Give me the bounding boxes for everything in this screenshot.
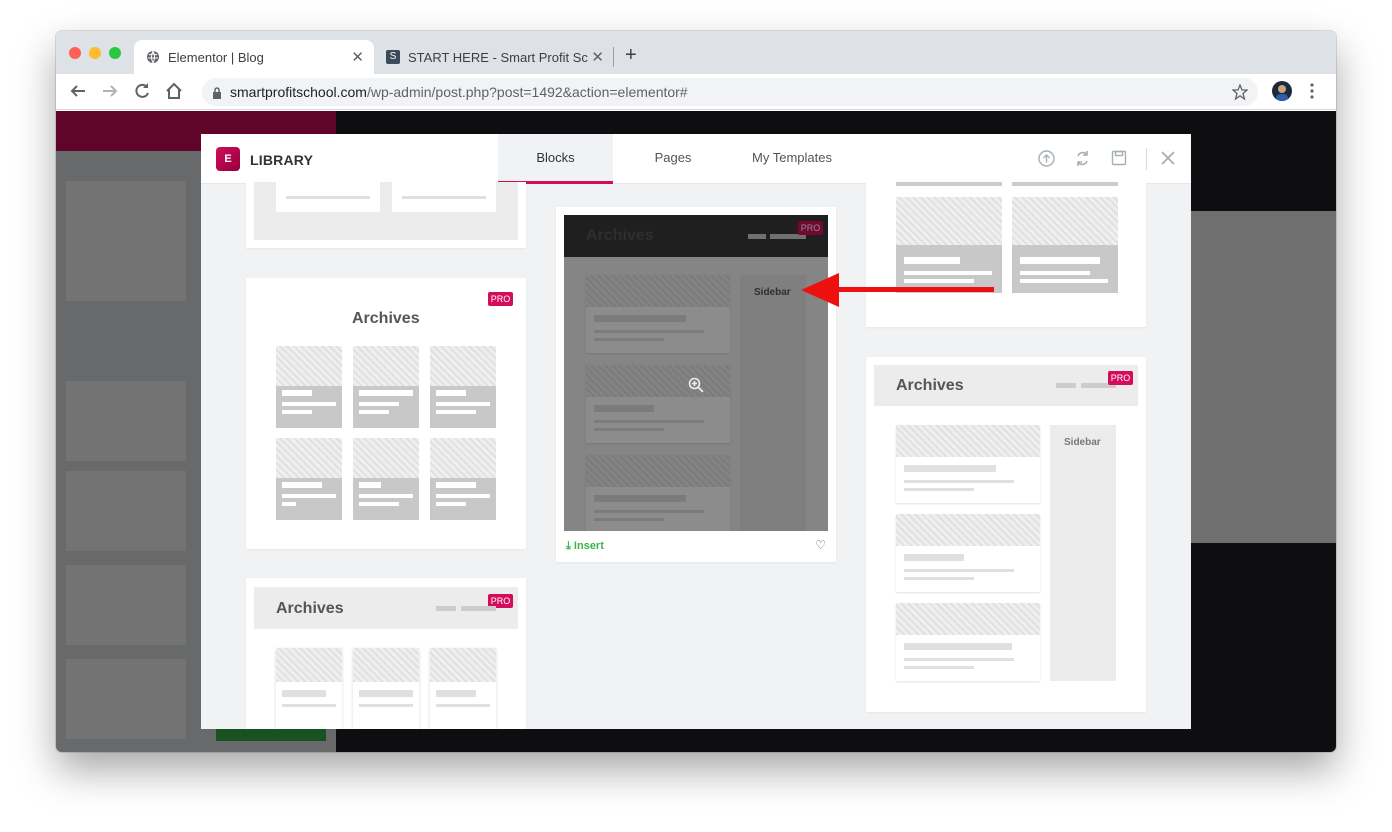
address-bar[interactable]: smartprofitschool.com/wp-admin/post.php?… <box>202 78 1258 106</box>
close-window-button[interactable] <box>69 47 81 59</box>
globe-icon <box>146 50 160 64</box>
save-icon[interactable] <box>1111 150 1127 170</box>
zoom-icon[interactable] <box>688 377 704 398</box>
template-card[interactable]: PRO Archives <box>246 278 526 549</box>
annotation-arrow-head <box>801 273 839 307</box>
pro-badge: PRO <box>1108 371 1133 385</box>
profile-avatar[interactable] <box>1272 81 1292 101</box>
new-tab-button[interactable]: + <box>625 45 637 65</box>
template-card-hovered[interactable]: Archives PRO Sidebar ⤓ Insert ♡ <box>556 207 836 562</box>
tab-start-here[interactable]: S START HERE - Smart Profit Sc ✕ <box>374 40 614 74</box>
template-title: Archives <box>276 600 344 617</box>
page-content: E LIBRARY Blocks Pages My Templates PRO … <box>56 111 1336 752</box>
sync-icon[interactable] <box>1075 150 1090 171</box>
url-path: /wp-admin/post.php?post=1492&action=elem… <box>366 84 688 100</box>
template-preview: Archives PRO Sidebar <box>564 215 828 531</box>
tab-divider <box>613 47 614 67</box>
tab-blocks[interactable]: Blocks <box>498 134 613 184</box>
favicon-s-icon: S <box>386 50 400 64</box>
tab-close-icon[interactable]: ✕ <box>591 48 604 66</box>
library-header: E LIBRARY Blocks Pages My Templates <box>201 134 1191 184</box>
back-icon[interactable] <box>69 82 87 103</box>
tab-pages[interactable]: Pages <box>613 134 733 184</box>
library-title: LIBRARY <box>250 152 314 168</box>
template-title: Archives <box>896 377 964 394</box>
download-icon: ⤓ <box>566 540 574 552</box>
favorite-heart-icon[interactable]: ♡ <box>815 538 826 552</box>
template-card[interactable]: Archives PRO Sidebar <box>866 357 1146 712</box>
zoom-window-button[interactable] <box>109 47 121 59</box>
url-domain: smartprofitschool.com <box>230 84 367 100</box>
reload-icon[interactable] <box>133 82 151 103</box>
minimize-window-button[interactable] <box>89 47 101 59</box>
tab-my-templates[interactable]: My Templates <box>733 134 851 184</box>
header-divider <box>1146 148 1147 170</box>
template-library-modal: E LIBRARY Blocks Pages My Templates PRO … <box>201 134 1191 729</box>
tab-title: Elementor | Blog <box>168 49 264 65</box>
upload-icon[interactable] <box>1038 150 1055 171</box>
bookmark-star-icon[interactable] <box>1231 83 1249 105</box>
home-icon[interactable] <box>165 82 183 103</box>
template-title: Archives <box>352 310 420 327</box>
tab-strip: Elementor | Blog ✕ S START HERE - Smart … <box>56 31 1336 74</box>
tab-elementor-blog[interactable]: Elementor | Blog ✕ <box>134 40 374 74</box>
lock-icon <box>212 86 222 104</box>
template-card[interactable] <box>246 182 526 248</box>
template-preview <box>254 182 518 240</box>
browser-window: Elementor | Blog ✕ S START HERE - Smart … <box>56 31 1336 752</box>
tab-close-icon[interactable]: ✕ <box>351 48 364 66</box>
tab-title: START HERE - Smart Profit Sc <box>408 49 588 65</box>
template-card[interactable] <box>866 182 1146 327</box>
insert-label: Insert <box>573 540 604 552</box>
template-card[interactable]: Archives PRO <box>246 578 526 729</box>
elementor-logo: E <box>216 147 240 171</box>
browser-toolbar: smartprofitschool.com/wp-admin/post.php?… <box>56 74 1336 110</box>
pro-badge: PRO <box>488 292 513 306</box>
url-text: smartprofitschool.com/wp-admin/post.php?… <box>230 84 688 100</box>
close-icon[interactable] <box>1160 150 1176 170</box>
forward-icon[interactable] <box>101 82 119 103</box>
sidebar-label: Sidebar <box>1064 437 1101 448</box>
annotation-arrow-shaft <box>820 287 994 292</box>
hover-overlay <box>564 215 828 531</box>
chrome-menu-icon[interactable] <box>1310 83 1314 104</box>
insert-button[interactable]: ⤓ Insert <box>566 540 604 553</box>
